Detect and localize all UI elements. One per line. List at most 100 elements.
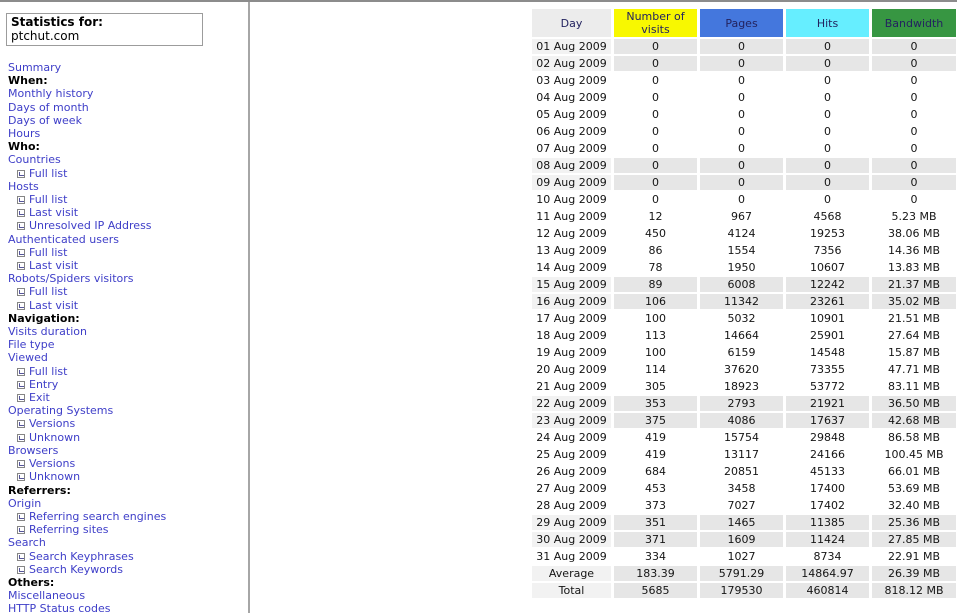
bandwidth-cell: 27.64 MB: [887, 329, 941, 342]
sidebar-link-label: Hours: [8, 127, 41, 141]
sidebar-item[interactable]: Unresolved IP Address: [8, 219, 248, 232]
table-row: 03 Aug 2009 0 0 0 0: [532, 73, 956, 88]
sidebar-item[interactable]: Days of month: [8, 101, 248, 114]
visits-cell: 453: [645, 482, 666, 495]
visits-cell: 0: [614, 175, 697, 190]
bandwidth-cell: 86.58 MB: [887, 431, 941, 444]
bandwidth-cell: 22.91 MB: [887, 550, 941, 563]
sidebar-link-label: Full list: [29, 166, 68, 180]
hits-cell: 17637: [786, 413, 869, 428]
submenu-arrow-icon: [17, 460, 25, 469]
visits-cell: 12: [648, 210, 663, 223]
submenu-arrow-icon: [17, 433, 25, 442]
daily-stats-table: Day Number of visits Pages Hits Bandwidth 01…: [529, 7, 957, 600]
sidebar-item[interactable]: Versions: [8, 417, 248, 430]
sidebar-item[interactable]: Search Keywords: [8, 563, 248, 576]
visits-cell: 375: [614, 413, 697, 428]
day-cell: 07 Aug 2009: [536, 142, 607, 155]
sidebar-item[interactable]: Full list: [8, 193, 248, 206]
day-cell: 18 Aug 2009: [536, 329, 607, 342]
table-row: 24 Aug 2009 419 15754 29848 86.58 MB: [532, 430, 956, 445]
sidebar-item[interactable]: Monthly history: [8, 87, 248, 100]
sidebar-item[interactable]: Operating Systems: [8, 404, 248, 417]
submenu-arrow-icon: [17, 288, 25, 297]
hits-cell: 14548: [810, 346, 845, 359]
sidebar-item[interactable]: Days of week: [8, 114, 248, 127]
sidebar-item[interactable]: Versions: [8, 457, 248, 470]
day-cell: Average: [532, 566, 611, 581]
statistics-for-label: Statistics for:: [11, 15, 103, 29]
column-header-hits: Hits: [786, 9, 869, 37]
sidebar-link-label: Full list: [29, 245, 68, 259]
pages-cell: 14664: [724, 329, 759, 342]
pages-cell: 0: [700, 39, 783, 54]
table-row: 12 Aug 2009 450 4124 19253 38.06 MB: [532, 226, 956, 241]
day-cell: 11 Aug 2009: [536, 210, 607, 223]
pages-cell: 1027: [727, 550, 756, 563]
sidebar-link-label: Full list: [29, 193, 68, 207]
sidebar-item[interactable]: Unknown: [8, 431, 248, 444]
sidebar-item[interactable]: Summary: [8, 61, 248, 74]
sidebar-section-header: Others:: [8, 576, 248, 589]
visits-cell: 371: [614, 532, 697, 547]
hits-cell: 19253: [810, 227, 845, 240]
sidebar-link-label: Referring search engines: [29, 509, 167, 523]
sidebar-item[interactable]: Countries: [8, 153, 248, 166]
sidebar-item[interactable]: Full list: [8, 365, 248, 378]
sidebar-link-label: Miscellaneous: [8, 589, 86, 603]
table-row: 25 Aug 2009 419 13117 24166 100.45 MB: [532, 447, 956, 462]
hits-cell: 0: [786, 158, 869, 173]
sidebar-item[interactable]: Unknown: [8, 470, 248, 483]
sidebar-item[interactable]: Viewed: [8, 351, 248, 364]
statistics-for-box: Statistics for: ptchut.com: [6, 13, 203, 46]
sidebar-item[interactable]: Miscellaneous: [8, 589, 248, 602]
sidebar-item[interactable]: Full list: [8, 285, 248, 298]
sidebar-item[interactable]: Hosts: [8, 180, 248, 193]
visits-cell: 0: [652, 142, 659, 155]
sidebar-item[interactable]: Authenticated users: [8, 233, 248, 246]
sidebar-item[interactable]: Visits duration: [8, 325, 248, 338]
table-row: 06 Aug 2009 0 0 0 0: [532, 124, 956, 139]
bandwidth-cell: 0: [910, 125, 918, 138]
pages-cell: 2793: [700, 396, 783, 411]
hits-cell: 0: [824, 91, 831, 104]
pages-cell: 20851: [724, 465, 759, 478]
sidebar-item[interactable]: Full list: [8, 246, 248, 259]
bandwidth-cell: 0: [910, 193, 918, 206]
sidebar-item[interactable]: Search Keyphrases: [8, 550, 248, 563]
sidebar-item[interactable]: Robots/Spiders visitors: [8, 272, 248, 285]
day-cell: 13 Aug 2009: [536, 244, 607, 257]
sidebar-item[interactable]: Entry: [8, 378, 248, 391]
sidebar-link-label: Search Keyphrases: [29, 549, 134, 563]
sidebar-item[interactable]: File type: [8, 338, 248, 351]
sidebar-item[interactable]: HTTP Status codes: [8, 602, 248, 613]
sidebar-item[interactable]: Referring search engines: [8, 510, 248, 523]
sidebar-item[interactable]: Search: [8, 536, 248, 549]
sidebar-item[interactable]: Last visit: [8, 259, 248, 272]
submenu-arrow-icon: [17, 526, 25, 535]
sidebar-item[interactable]: Last visit: [8, 206, 248, 219]
bandwidth-cell: 0: [872, 158, 956, 173]
table-row: 19 Aug 2009 100 6159 14548 15.87 MB: [532, 345, 956, 360]
sidebar-item[interactable]: Last visit: [8, 299, 248, 312]
submenu-arrow-icon: [17, 301, 25, 310]
sidebar-section-header: Navigation:: [8, 312, 248, 325]
hits-cell: 10901: [810, 312, 845, 325]
pages-cell: 0: [738, 108, 745, 121]
sidebar-link-label: Summary: [8, 61, 62, 74]
sidebar-item[interactable]: Origin: [8, 497, 248, 510]
sidebar-item[interactable]: Referring sites: [8, 523, 248, 536]
column-header-bandwidth: Bandwidth: [872, 9, 956, 37]
visits-cell: 0: [652, 74, 659, 87]
sidebar-link-label: Search Keywords: [29, 562, 123, 576]
sidebar-item[interactable]: Browsers: [8, 444, 248, 457]
visits-cell: 0: [652, 125, 659, 138]
bandwidth-cell: 47.71 MB: [887, 363, 941, 376]
table-row: 08 Aug 2009 0 0 0 0: [532, 158, 956, 173]
sidebar-item[interactable]: Full list: [8, 167, 248, 180]
sidebar-link-label: Unknown: [29, 470, 81, 484]
day-cell: 08 Aug 2009: [532, 158, 611, 173]
visits-cell: 100: [645, 346, 666, 359]
sidebar-item[interactable]: Hours: [8, 127, 248, 140]
sidebar-item[interactable]: Exit: [8, 391, 248, 404]
